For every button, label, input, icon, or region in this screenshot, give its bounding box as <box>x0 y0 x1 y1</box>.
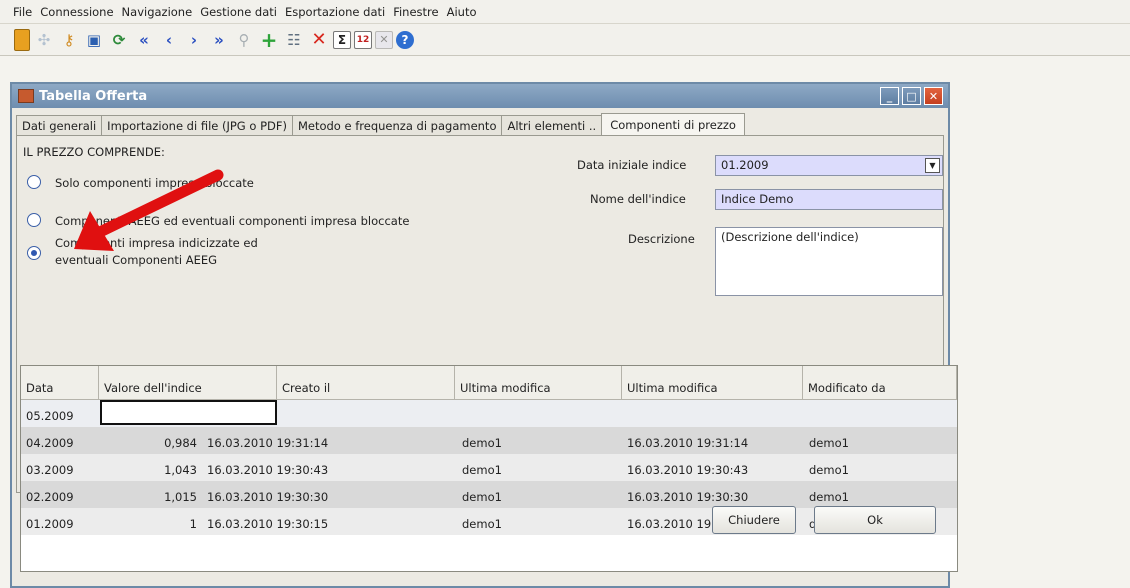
col-ultima-modifica-2[interactable]: Ultima modifica <box>622 366 803 400</box>
next-record-icon[interactable]: › <box>183 29 205 51</box>
menu-bar: File Connessione Navigazione Gestione da… <box>0 0 1130 24</box>
menu-navigazione[interactable]: Navigazione <box>121 3 194 21</box>
menu-aiuto[interactable]: Aiuto <box>446 3 478 21</box>
tab-altri-elementi[interactable]: Altri elementi .. <box>501 115 603 135</box>
col-data[interactable]: Data <box>21 366 99 400</box>
menu-gestione-dati[interactable]: Gestione dati <box>199 3 278 21</box>
prezzo-heading: IL PREZZO COMPRENDE: <box>23 145 165 159</box>
ok-button[interactable]: Ok <box>814 506 936 534</box>
radio-componenti-aeeg[interactable] <box>27 213 41 227</box>
data-iniziale-value: 01.2009 <box>721 158 769 172</box>
data-iniziale-label: Data iniziale indice <box>577 158 687 172</box>
exit-icon[interactable] <box>14 28 30 51</box>
col-modificato-da[interactable]: Modificato da <box>803 366 957 400</box>
menu-finestre[interactable]: Finestre <box>392 3 439 21</box>
col-ultima-modifica[interactable]: Ultima modifica <box>455 366 622 400</box>
cell-ultima-modifica-data: 16.03.2010 19:30:43 <box>627 463 749 477</box>
cell-creato-il: 16.03.2010 19:30:43 <box>207 463 329 477</box>
tab-componenti-di-prezzo[interactable]: Componenti di prezzo <box>601 113 745 135</box>
maximize-button[interactable]: □ <box>902 87 921 105</box>
user-key-icon[interactable]: ⚷ <box>58 29 80 51</box>
cell-modificato-da: demo1 <box>809 436 849 450</box>
calendar-icon[interactable]: 12 <box>354 30 372 49</box>
dialog-footer: Chiudere Ok <box>16 498 944 586</box>
cell-valore: 0,984 <box>164 436 197 450</box>
table-row[interactable]: 03.2009 1,043 16.03.2010 19:30:43 demo1 … <box>21 454 957 481</box>
cell-creato-il: 16.03.2010 19:31:14 <box>207 436 329 450</box>
tab-importazione-file[interactable]: Importazione di file (JPG o PDF) <box>101 115 293 135</box>
tab-bar: Dati generali Importazione di file (JPG … <box>16 113 745 135</box>
cell-ultima-modifica-utente: demo1 <box>462 463 502 477</box>
cell-data: 05.2009 <box>26 409 74 423</box>
excel-icon[interactable]: ✕ <box>375 30 393 49</box>
save-icon[interactable]: ▣ <box>83 29 105 51</box>
descrizione-textarea[interactable]: (Descrizione dell'indice) <box>715 227 943 296</box>
cell-valore: 1,043 <box>164 463 197 477</box>
refresh-icon[interactable]: ⟳ <box>108 29 130 51</box>
toolbar: ✣ ⚷ ▣ ⟳ « ‹ › » ⚲ + ☷ ✕ Σ 12 ✕ ? <box>0 24 1130 56</box>
col-valore-indice[interactable]: Valore dell'indice <box>99 366 277 400</box>
col-creato-il[interactable]: Creato il <box>277 366 455 400</box>
menu-file[interactable]: File <box>12 3 33 21</box>
tabella-offerta-window: Tabella Offerta _ □ ✕ Dati generali Impo… <box>10 82 958 588</box>
valore-indice-edit-input[interactable] <box>100 400 277 425</box>
chevron-down-icon[interactable]: ▼ <box>925 158 940 173</box>
sum-icon[interactable]: Σ <box>333 30 351 49</box>
cell-data: 03.2009 <box>26 463 74 477</box>
nome-indice-input[interactable]: Indice Demo <box>715 189 943 210</box>
data-iniziale-select[interactable]: 01.2009 ▼ <box>715 155 943 176</box>
menu-connessione[interactable]: Connessione <box>39 3 114 21</box>
close-window-button[interactable]: ✕ <box>924 87 943 105</box>
window-title: Tabella Offerta <box>39 88 148 104</box>
table-row[interactable]: 04.2009 0,984 16.03.2010 19:31:14 demo1 … <box>21 427 957 454</box>
first-record-icon[interactable]: « <box>133 29 155 51</box>
menu-esportazione-dati[interactable]: Esportazione dati <box>284 3 386 21</box>
prev-record-icon[interactable]: ‹ <box>158 29 180 51</box>
tab-metodo-pagamento[interactable]: Metodo e frequenza di pagamento <box>291 115 503 135</box>
minimize-button[interactable]: _ <box>880 87 899 105</box>
nome-indice-label: Nome dell'indice <box>590 192 686 206</box>
cell-modificato-da: demo1 <box>809 463 849 477</box>
red-arrow-annotation <box>74 169 224 251</box>
cell-ultima-modifica-utente: demo1 <box>462 436 502 450</box>
cell-ultima-modifica-data: 16.03.2010 19:31:14 <box>627 436 749 450</box>
cell-data: 04.2009 <box>26 436 74 450</box>
table-icon <box>18 89 34 103</box>
tools-icon[interactable]: ✣ <box>33 29 55 51</box>
add-icon[interactable]: + <box>258 28 280 52</box>
table-row[interactable]: 05.2009 <box>21 400 957 427</box>
radio-componenti-indicizzate[interactable] <box>27 246 41 260</box>
help-icon[interactable]: ? <box>396 30 414 49</box>
window-titlebar[interactable]: Tabella Offerta _ □ ✕ <box>12 84 948 108</box>
chiudere-button[interactable]: Chiudere <box>712 506 796 534</box>
descrizione-label: Descrizione <box>628 232 695 246</box>
search-icon[interactable]: ⚲ <box>233 29 255 51</box>
radio-solo-componenti[interactable] <box>27 175 41 189</box>
tab-dati-generali[interactable]: Dati generali <box>16 115 103 135</box>
settings-icon[interactable]: ☷ <box>283 29 305 51</box>
desktop-area: Tabella Offerta _ □ ✕ Dati generali Impo… <box>0 57 1130 588</box>
delete-icon[interactable]: ✕ <box>308 29 330 51</box>
last-record-icon[interactable]: » <box>208 29 230 51</box>
